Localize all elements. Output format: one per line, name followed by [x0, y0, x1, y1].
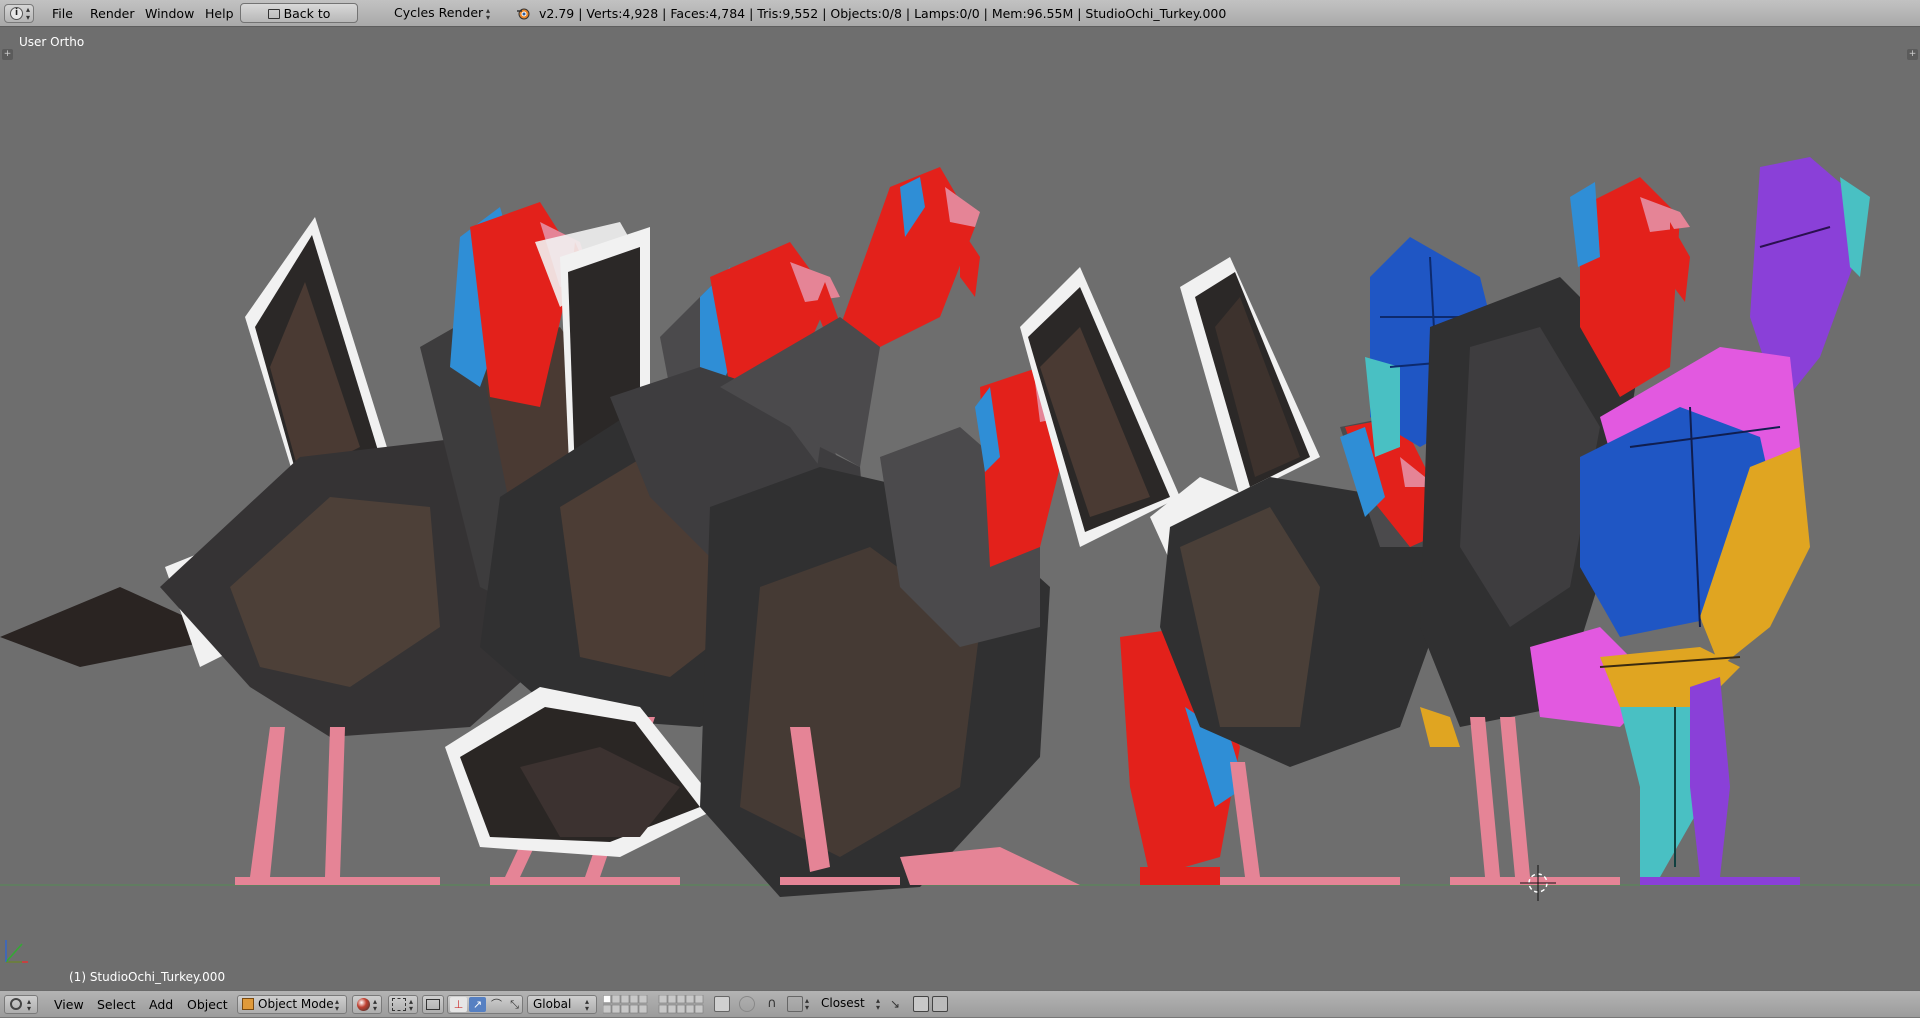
- pivot-mode-button[interactable]: [422, 995, 444, 1014]
- render-camera-icon[interactable]: [913, 996, 929, 1012]
- chevron-updown-icon: ▴ ▾: [373, 997, 378, 1013]
- chevron-updown-icon: ▴ ▾: [335, 997, 340, 1013]
- pivot-point-select[interactable]: ▴ ▾: [388, 995, 418, 1014]
- chevron-updown-icon: ▴ ▾: [876, 996, 881, 1012]
- manipulator-group: ⊥ ↗ ⌒ ⤡: [447, 995, 523, 1014]
- lock-layer-icon[interactable]: [714, 996, 730, 1012]
- magnet-icon[interactable]: ∩: [764, 996, 780, 1012]
- proportional-edit-icon[interactable]: [739, 996, 755, 1012]
- menu-select[interactable]: Select: [97, 991, 136, 1018]
- snap-target-select[interactable]: Closest ▴ ▾: [816, 995, 882, 1014]
- editor-type-button[interactable]: ▴ ▾: [4, 995, 38, 1014]
- mode-select[interactable]: Object Mode ▴ ▾: [237, 995, 347, 1014]
- pivot-icon: [392, 998, 406, 1011]
- editor-type-button[interactable]: i ▴ ▾: [4, 4, 34, 23]
- mode-label: Object Mode: [258, 997, 334, 1011]
- 3d-view-icon: [10, 998, 22, 1010]
- 3d-viewport[interactable]: User Ortho + + (1) StudioOchi_Turkey.000: [0, 27, 1920, 990]
- scene-render: [0, 157, 1920, 963]
- snap-align-icon[interactable]: ↘: [887, 996, 903, 1012]
- manipulator-icon[interactable]: ⊥: [450, 997, 467, 1012]
- snap-target-label: Closest: [821, 996, 865, 1010]
- render-engine-label: Cycles Render: [394, 5, 484, 20]
- transform-orientation-select[interactable]: Global ▴ ▾: [527, 995, 597, 1014]
- menu-window[interactable]: Window: [145, 0, 194, 27]
- menu-add[interactable]: Add: [149, 991, 173, 1018]
- info-header: i ▴▾ File Render Window Help Back to Pre…: [0, 0, 1920, 41]
- layers-icon[interactable]: [602, 994, 713, 1014]
- info-icon: i: [10, 7, 23, 20]
- cube-icon: [242, 998, 254, 1010]
- 3d-view-header: ▴ ▾ View Select Add Object Object Mode ▴ ▾…: [0, 990, 1920, 1017]
- render-engine-select[interactable]: Cycles Render ▴ ▾: [380, 3, 500, 23]
- chevron-updown-icon: ▴ ▾: [26, 5, 31, 22]
- chevron-updown-icon: ▴ ▾: [409, 997, 414, 1013]
- blender-logo-icon: [516, 6, 530, 20]
- orientation-label: Global: [533, 997, 572, 1011]
- render-animation-icon[interactable]: [932, 996, 948, 1012]
- axis-gizmo-icon: [5, 940, 28, 963]
- menu-view[interactable]: View: [54, 991, 84, 1018]
- chevron-updown-icon: ▴ ▾: [27, 997, 32, 1013]
- rotate-icon[interactable]: ⌒: [488, 997, 505, 1012]
- viewport-shading-select[interactable]: ▴ ▾: [352, 995, 382, 1014]
- shading-sphere-icon: [357, 998, 370, 1011]
- snap-element-icon[interactable]: [787, 996, 803, 1012]
- menu-help[interactable]: Help: [205, 0, 234, 27]
- scale-icon[interactable]: ⤡: [506, 997, 523, 1012]
- pivot-mode-icon: [426, 999, 440, 1010]
- scene-statistics: v2.79 | Verts:4,928 | Faces:4,784 | Tris…: [539, 6, 1227, 21]
- chevron-updown-icon: ▴ ▾: [585, 997, 590, 1013]
- back-to-previous-button[interactable]: Back to Previous: [240, 3, 358, 41]
- menu-object[interactable]: Object: [187, 991, 228, 1018]
- menu-render[interactable]: Render: [90, 0, 135, 27]
- screen-icon: [267, 9, 280, 19]
- translate-icon[interactable]: ↗: [469, 997, 486, 1012]
- active-object-label: (1) StudioOchi_Turkey.000: [69, 970, 226, 984]
- menu-file[interactable]: File: [52, 0, 73, 27]
- chevron-updown-icon: ▴ ▾: [805, 996, 810, 1012]
- chevron-updown-icon: ▴ ▾: [486, 6, 491, 22]
